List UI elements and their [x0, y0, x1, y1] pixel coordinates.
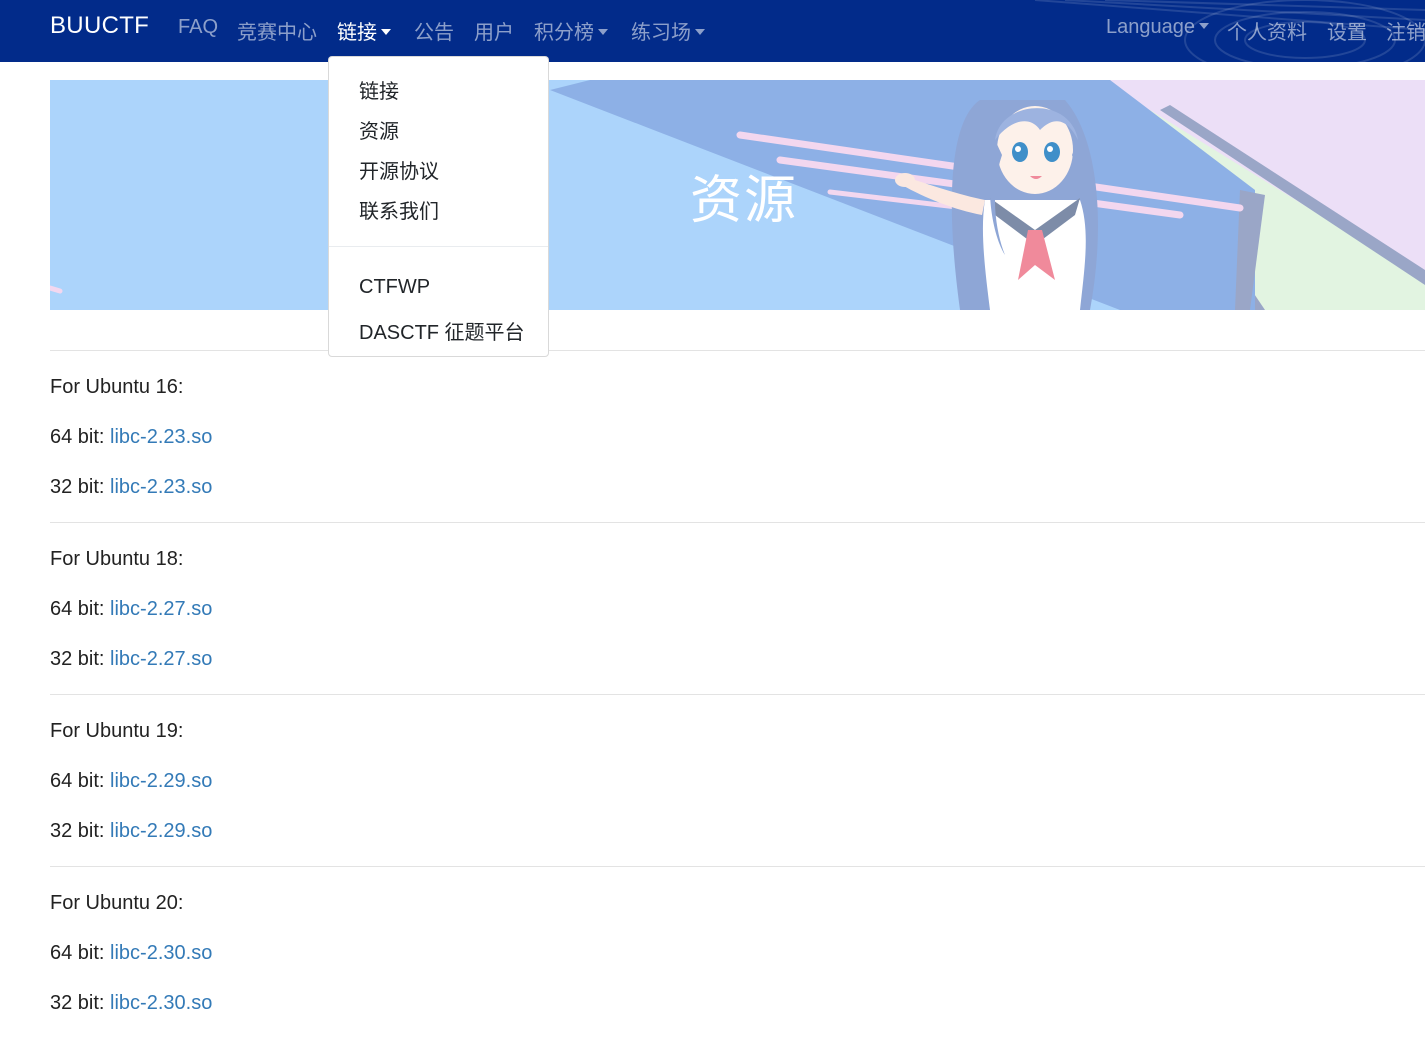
download-row: 64 bit: libc-2.29.so [50, 770, 213, 792]
brand-logo[interactable]: BUUCTF [50, 12, 149, 40]
libc-download-link[interactable]: libc-2.27.so [110, 598, 212, 620]
nav-profile[interactable]: 个人资料 [1227, 16, 1307, 45]
libc-download-link[interactable]: libc-2.30.so [110, 992, 212, 1014]
download-row: 32 bit: libc-2.27.so [50, 648, 213, 670]
nav-practice-dropdown[interactable]: 练习场 [631, 16, 705, 45]
links-dropdown-menu: 链接 资源 开源协议 联系我们 CTFWP DASCTF 征题平台 [328, 56, 549, 357]
nav-logout[interactable]: 注销 [1386, 16, 1425, 45]
section-heading: For Ubuntu 18: [50, 548, 184, 570]
nav-scoreboard-dropdown[interactable]: 积分榜 [534, 16, 608, 45]
download-row: 64 bit: libc-2.30.so [50, 942, 213, 964]
nav-competition-center[interactable]: 竞赛中心 [237, 16, 317, 45]
section-ubuntu-20: For Ubuntu 20: 64 bit: libc-2.30.so 32 b… [50, 867, 1425, 1038]
download-row: 32 bit: libc-2.23.so [50, 476, 213, 498]
dropdown-item-dasctf-platform[interactable]: DASCTF 征题平台 [359, 316, 525, 345]
libc-download-link[interactable]: libc-2.27.so [110, 648, 212, 670]
dropdown-item-ctfwp[interactable]: CTFWP [359, 276, 430, 299]
top-navbar: BUUCTF FAQ 竞赛中心 链接 公告 用户 积分榜 练习场 Languag… [0, 0, 1425, 62]
caret-down-icon [695, 29, 705, 35]
section-heading: For Ubuntu 20: [50, 892, 184, 914]
nav-users[interactable]: 用户 [474, 16, 514, 45]
libc-download-link[interactable]: libc-2.29.so [110, 820, 212, 842]
section-ubuntu-16: For Ubuntu 16: 64 bit: libc-2.23.so 32 b… [50, 351, 1425, 522]
download-row: 32 bit: libc-2.29.so [50, 820, 213, 842]
banner-title: 资源 [690, 171, 799, 231]
dropdown-item-contact-us[interactable]: 联系我们 [359, 195, 439, 224]
libc-download-link[interactable]: libc-2.23.so [110, 426, 212, 448]
libc-download-link[interactable]: libc-2.29.so [110, 770, 212, 792]
caret-down-icon [1198, 23, 1209, 29]
nav-settings[interactable]: 设置 [1327, 16, 1367, 45]
dropdown-divider [329, 246, 548, 247]
nav-faq[interactable]: FAQ [178, 16, 218, 39]
libc-download-link[interactable]: libc-2.23.so [110, 476, 212, 498]
resources-content: For Ubuntu 16: 64 bit: libc-2.23.so 32 b… [50, 350, 1425, 1038]
section-heading: For Ubuntu 16: [50, 376, 184, 398]
dropdown-item-open-source-license[interactable]: 开源协议 [359, 155, 439, 184]
section-ubuntu-18: For Ubuntu 18: 64 bit: libc-2.27.so 32 b… [50, 523, 1425, 694]
section-ubuntu-19: For Ubuntu 19: 64 bit: libc-2.29.so 32 b… [50, 695, 1425, 866]
page-banner: 资源 [50, 80, 1425, 310]
nav-links-dropdown[interactable]: 链接 [337, 16, 391, 45]
anime-girl-illustration [895, 100, 1098, 310]
libc-download-link[interactable]: libc-2.30.so [110, 942, 212, 964]
dropdown-item-links[interactable]: 链接 [359, 75, 399, 104]
download-row: 32 bit: libc-2.30.so [50, 992, 213, 1014]
caret-down-icon [598, 29, 608, 35]
dropdown-item-resources[interactable]: 资源 [359, 115, 399, 144]
download-row: 64 bit: libc-2.27.so [50, 598, 213, 620]
download-row: 64 bit: libc-2.23.so [50, 426, 213, 448]
nav-announcements[interactable]: 公告 [414, 16, 454, 45]
nav-language-dropdown[interactable]: Language [1106, 16, 1209, 39]
caret-down-icon [381, 29, 391, 35]
section-heading: For Ubuntu 19: [50, 720, 184, 742]
